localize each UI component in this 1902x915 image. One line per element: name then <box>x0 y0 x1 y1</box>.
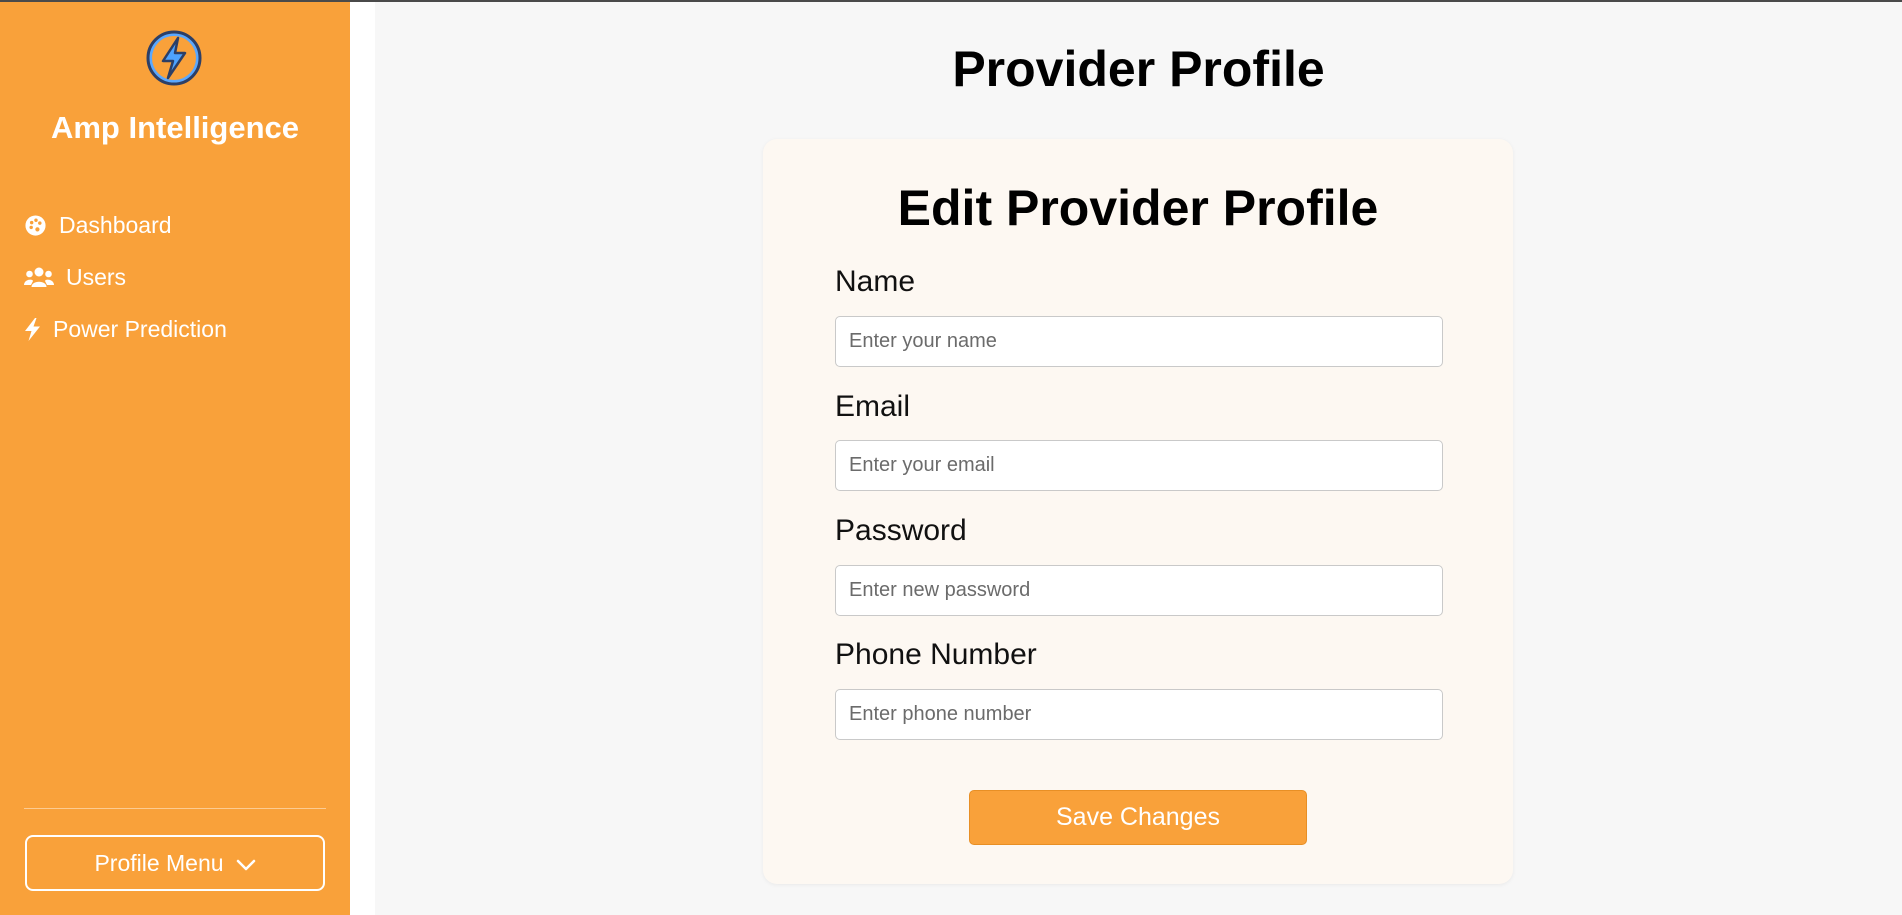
sidebar-divider <box>24 808 326 809</box>
sidebar-item-power-prediction[interactable]: Power Prediction <box>24 311 227 347</box>
main-content: Provider Profile Edit Provider Profile N… <box>375 2 1902 915</box>
password-label: Password <box>835 514 967 547</box>
name-label: Name <box>835 265 916 298</box>
profile-menu-label: Profile Menu <box>94 849 224 876</box>
sidebar-item-label: Dashboard <box>59 211 172 238</box>
sidebar-item-users[interactable]: Users <box>24 259 126 295</box>
email-label: Email <box>835 390 911 423</box>
users-icon <box>24 266 54 289</box>
brand-name[interactable]: Amp Intelligence <box>0 110 350 146</box>
bolt-icon <box>24 317 41 341</box>
sidebar-item-dashboard[interactable]: Dashboard <box>24 207 172 243</box>
name-input[interactable] <box>835 316 1443 367</box>
phone-number-label: Phone Number <box>835 638 1037 671</box>
sidebar-gutter <box>350 2 375 915</box>
edit-profile-card: Edit Provider Profile Name Email Passwor… <box>763 139 1513 884</box>
lightning-bolt-logo-icon[interactable] <box>146 30 202 86</box>
save-changes-button[interactable]: Save Changes <box>969 790 1307 845</box>
email-input[interactable] <box>835 440 1443 491</box>
app-window: Amp Intelligence Dashboard Users Power P… <box>0 0 1902 915</box>
palette-icon <box>24 214 47 237</box>
card-title: Edit Provider Profile <box>897 180 1379 236</box>
sidebar: Amp Intelligence Dashboard Users Power P… <box>0 2 350 915</box>
profile-menu-button[interactable]: Profile Menu <box>25 835 325 891</box>
password-input[interactable] <box>835 565 1443 616</box>
sidebar-item-label: Users <box>66 263 127 290</box>
page-title: Provider Profile <box>952 41 1325 97</box>
sidebar-item-label: Power Prediction <box>53 315 227 342</box>
phone-number-input[interactable] <box>835 689 1443 740</box>
chevron-down-icon <box>236 850 256 877</box>
